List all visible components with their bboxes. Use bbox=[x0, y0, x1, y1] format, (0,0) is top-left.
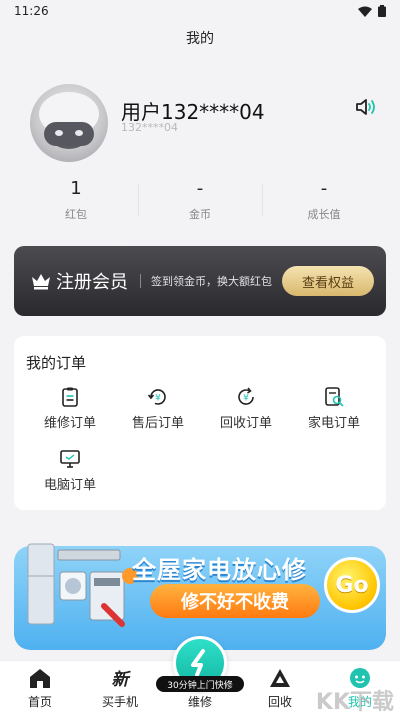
stat-label: 金币 bbox=[189, 208, 211, 221]
vip-divider bbox=[140, 274, 141, 288]
orders-card: 我的订单 维修订单 ¥ 售后订单 ¥ 回收订单 家电订单 电脑订单 bbox=[14, 336, 386, 510]
stat-label: 红包 bbox=[65, 208, 87, 221]
tab-label: 买手机 bbox=[101, 695, 138, 709]
order-item-computer[interactable]: 电脑订单 bbox=[26, 448, 114, 493]
order-label: 维修订单 bbox=[43, 416, 96, 431]
robot-avatar-icon bbox=[39, 92, 99, 149]
tab-label: 首页 bbox=[27, 695, 52, 709]
svg-text:¥: ¥ bbox=[243, 394, 249, 404]
watermark-logo: KK下载 bbox=[315, 690, 394, 712]
status-bar: 11:26 bbox=[0, 0, 400, 22]
battery-icon bbox=[378, 5, 386, 17]
promo-banner[interactable]: 全屋家电放心修 修不好不收费 Go bbox=[14, 532, 386, 650]
profile-section: 用户132****04 132****04 bbox=[30, 84, 380, 164]
stat-red-packet[interactable]: 1 红包 bbox=[14, 178, 138, 226]
tab-label: 维修 bbox=[187, 695, 212, 709]
user-id: 132****04 bbox=[121, 121, 178, 134]
recycle-icon: ¥ bbox=[238, 387, 254, 405]
view-benefits-button[interactable]: 查看权益 bbox=[282, 266, 374, 296]
svg-text:新: 新 bbox=[112, 670, 132, 689]
vip-card[interactable]: 注册会员 签到领金币，换大额红包 查看权益 bbox=[14, 246, 386, 316]
order-label: 电脑订单 bbox=[43, 478, 96, 493]
refund-icon: ¥ bbox=[147, 389, 166, 405]
order-label: 回收订单 bbox=[219, 416, 272, 431]
stat-value: 1 bbox=[70, 178, 82, 199]
speaker-icon[interactable] bbox=[354, 96, 378, 118]
home-icon bbox=[30, 669, 50, 688]
order-item-after-sales[interactable]: ¥ 售后订单 bbox=[114, 386, 202, 431]
clipboard-icon bbox=[62, 387, 78, 407]
page-title: 我的 bbox=[186, 31, 214, 47]
stat-value: - bbox=[320, 178, 328, 199]
tab-label: 回收 bbox=[267, 695, 292, 709]
stat-growth[interactable]: - 成长值 bbox=[262, 178, 386, 226]
wifi-icon bbox=[358, 6, 372, 17]
order-label: 家电订单 bbox=[307, 416, 360, 431]
banner-title: 全屋家电放心修 bbox=[132, 556, 307, 584]
stats-row: 1 红包 - 金币 - 成长值 bbox=[14, 178, 386, 226]
fast-repair-tag: 30分钟上门快修 bbox=[156, 676, 244, 692]
recycle-triangle-icon bbox=[270, 669, 290, 687]
crown-icon bbox=[32, 274, 50, 290]
order-item-repair[interactable]: 维修订单 bbox=[26, 386, 114, 431]
order-item-recycle[interactable]: ¥ 回收订单 bbox=[202, 386, 290, 431]
appliance-order-icon bbox=[325, 387, 344, 407]
computer-icon bbox=[60, 450, 80, 468]
status-icons bbox=[358, 5, 386, 17]
status-time: 11:26 bbox=[14, 4, 49, 18]
svg-text:¥: ¥ bbox=[155, 394, 161, 404]
vip-title: 注册会员 bbox=[56, 272, 128, 293]
tab-recycle[interactable]: 回收 bbox=[240, 667, 320, 710]
stat-value: - bbox=[196, 178, 204, 199]
orders-title: 我的订单 bbox=[26, 354, 87, 372]
stat-label: 成长值 bbox=[307, 208, 341, 221]
banner-pill: 修不好不收费 bbox=[150, 584, 320, 618]
tab-home[interactable]: 首页 bbox=[0, 667, 80, 710]
new-phone-icon: 新 bbox=[112, 670, 132, 689]
order-item-appliance[interactable]: 家电订单 bbox=[290, 386, 378, 431]
avatar[interactable] bbox=[30, 84, 108, 162]
vip-description: 签到领金币，换大额红包 bbox=[151, 275, 272, 288]
go-button[interactable]: Go bbox=[324, 557, 380, 613]
order-label: 售后订单 bbox=[131, 416, 184, 431]
appliances-illustration bbox=[27, 543, 138, 627]
tab-buy-phone[interactable]: 新 买手机 bbox=[80, 667, 160, 710]
stat-coins[interactable]: - 金币 bbox=[138, 178, 262, 226]
